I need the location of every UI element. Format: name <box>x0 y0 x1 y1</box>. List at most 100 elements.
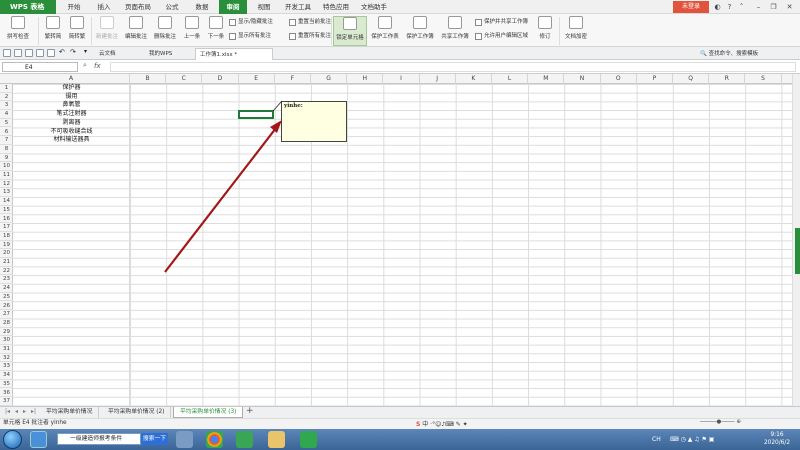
wps-app-menu-button[interactable]: WPS 表格 <box>0 0 56 14</box>
row-header-9[interactable]: 9 <box>0 154 13 163</box>
row-header-27[interactable]: 27 <box>0 310 13 319</box>
column-header-i[interactable]: I <box>383 74 420 84</box>
row-header-37[interactable]: 37 <box>0 397 13 406</box>
row-header-2[interactable]: 2 <box>0 93 13 102</box>
tab-developer[interactable]: 开发工具 <box>281 0 315 14</box>
scroll-thumb[interactable] <box>795 228 800 274</box>
row-header-3[interactable]: 3 <box>0 101 13 111</box>
protect-share-workbook-button[interactable]: 保护并共享工作簿 <box>475 18 535 27</box>
formula-input[interactable] <box>110 62 796 72</box>
simp-to-trad-button[interactable]: 简转繁 <box>66 16 88 46</box>
tab-data[interactable]: 数据 <box>190 0 214 14</box>
doc-encrypt-button[interactable]: 文档加密 <box>562 16 590 46</box>
revisions-button[interactable]: 修订 <box>534 16 556 46</box>
cell-a4[interactable]: 笔式注射器 <box>13 110 130 119</box>
row-header-21[interactable]: 21 <box>0 258 13 267</box>
show-hide-comment-button[interactable]: 显示/隐藏批注 <box>229 18 287 27</box>
column-header-f[interactable]: F <box>275 74 311 84</box>
close-icon[interactable]: ✕ <box>784 0 795 14</box>
tab-doc-assistant[interactable]: 文档助手 <box>357 0 391 14</box>
column-header-r[interactable]: R <box>709 74 746 84</box>
column-header-p[interactable]: P <box>637 74 673 84</box>
tab-page-layout[interactable]: 页面布局 <box>121 0 155 14</box>
row-header-32[interactable]: 32 <box>0 354 13 363</box>
new-comment-button[interactable]: 新建批注 <box>94 16 120 46</box>
fx-icon[interactable]: fx <box>94 62 101 70</box>
row-header-17[interactable]: 17 <box>0 223 13 232</box>
minimize-icon[interactable]: – <box>753 0 764 14</box>
column-header-m[interactable]: M <box>528 74 565 84</box>
tab-formulas[interactable]: 公式 <box>160 0 184 14</box>
row-header-12[interactable]: 12 <box>0 180 13 189</box>
print-preview-icon[interactable] <box>47 49 55 57</box>
column-header-l[interactable]: L <box>492 74 529 84</box>
first-sheet-icon[interactable]: |◂ <box>5 408 10 415</box>
row-header-23[interactable]: 23 <box>0 275 13 285</box>
doc-tab-my-wps[interactable]: 我的WPS <box>145 48 176 60</box>
row-header-29[interactable]: 29 <box>0 328 13 337</box>
skin-icon[interactable]: ◐ <box>712 0 723 14</box>
cell-a6[interactable]: 不可吸收缝合线 <box>13 128 130 137</box>
name-box[interactable]: E4 <box>2 62 78 72</box>
login-button[interactable]: 未登录 <box>673 1 709 13</box>
delete-comment-button[interactable]: 删除批注 <box>152 16 178 46</box>
row-header-24[interactable]: 24 <box>0 284 13 293</box>
column-header-c[interactable]: C <box>166 74 203 84</box>
column-header-a[interactable]: A <box>13 74 130 84</box>
column-header-h[interactable]: H <box>347 74 384 84</box>
reset-all-comments-button[interactable]: 重置所有批注 <box>289 32 337 41</box>
redo-icon[interactable]: ↷ <box>70 48 76 56</box>
comment-box[interactable]: yinhe: <box>281 101 347 142</box>
zoom-controls[interactable]: ─────●──── ⊕ <box>700 419 741 425</box>
sheet-tab-1[interactable]: 平均采购单价情况 <box>40 407 100 418</box>
last-sheet-icon[interactable]: ▸| <box>31 408 36 415</box>
doc-tab-cloud[interactable]: 云文档 <box>95 48 120 60</box>
protect-workbook-button[interactable]: 保护工作簿 <box>404 16 436 46</box>
row-header-15[interactable]: 15 <box>0 206 13 215</box>
row-header-34[interactable]: 34 <box>0 371 13 380</box>
row-header-22[interactable]: 22 <box>0 267 13 276</box>
tab-review[interactable]: 审阅 <box>219 0 247 14</box>
row-header-4[interactable]: 4 <box>0 110 13 119</box>
tab-home[interactable]: 开始 <box>62 0 86 14</box>
command-search[interactable]: 🔍 查找命令、搜索模板 <box>700 49 800 59</box>
row-header-16[interactable]: 16 <box>0 215 13 224</box>
lock-cell-button[interactable]: 锁定单元格 <box>333 16 367 46</box>
ie-search-field[interactable]: 一级建造师报考条件 <box>57 433 141 445</box>
column-header-k[interactable]: K <box>456 74 492 84</box>
new-file-icon[interactable] <box>3 49 11 57</box>
row-header-18[interactable]: 18 <box>0 232 13 241</box>
chrome-icon[interactable] <box>206 431 223 448</box>
save-icon[interactable] <box>25 49 33 57</box>
column-header-e[interactable]: E <box>239 74 275 84</box>
cell-a5[interactable]: 剥离器 <box>13 119 130 128</box>
ime-toolbar[interactable]: S 中 ·°☺♪⌨ ✎ ✦ <box>416 419 468 428</box>
row-header-8[interactable]: 8 <box>0 145 13 154</box>
column-header-d[interactable]: D <box>202 74 239 84</box>
arrow-up-icon[interactable]: ˄ <box>736 0 747 14</box>
selected-cell-e4[interactable] <box>238 110 274 119</box>
windows-start-icon[interactable] <box>3 430 22 449</box>
tab-insert[interactable]: 插入 <box>92 0 116 14</box>
row-header-35[interactable]: 35 <box>0 380 13 389</box>
next-comment-button[interactable]: 下一条 <box>205 16 227 46</box>
clock[interactable]: 9:16 2020/6/2 <box>757 431 797 447</box>
share-workbook-button[interactable]: 共享工作簿 <box>439 16 471 46</box>
restore-icon[interactable]: ❐ <box>768 0 779 14</box>
row-header-31[interactable]: 31 <box>0 345 13 354</box>
row-header-30[interactable]: 30 <box>0 336 13 345</box>
column-header-o[interactable]: O <box>601 74 637 84</box>
undo-icon[interactable]: ↶ <box>59 48 65 56</box>
cell-a7[interactable]: 材料输送器具 <box>13 136 130 145</box>
sheet-tab-2[interactable]: 平均采购单价情况 (2) <box>102 407 172 418</box>
row-header-33[interactable]: 33 <box>0 362 13 372</box>
column-header-g[interactable]: G <box>311 74 348 84</box>
help-icon[interactable]: ? <box>724 0 735 14</box>
row-header-19[interactable]: 19 <box>0 241 13 250</box>
protect-sheet-button[interactable]: 保护工作表 <box>369 16 401 46</box>
spell-check-button[interactable]: 拼写检查 <box>2 16 34 46</box>
open-file-icon[interactable] <box>14 49 22 57</box>
row-header-14[interactable]: 14 <box>0 197 13 206</box>
column-header-n[interactable]: N <box>564 74 601 84</box>
column-header-s[interactable]: S <box>745 74 782 84</box>
